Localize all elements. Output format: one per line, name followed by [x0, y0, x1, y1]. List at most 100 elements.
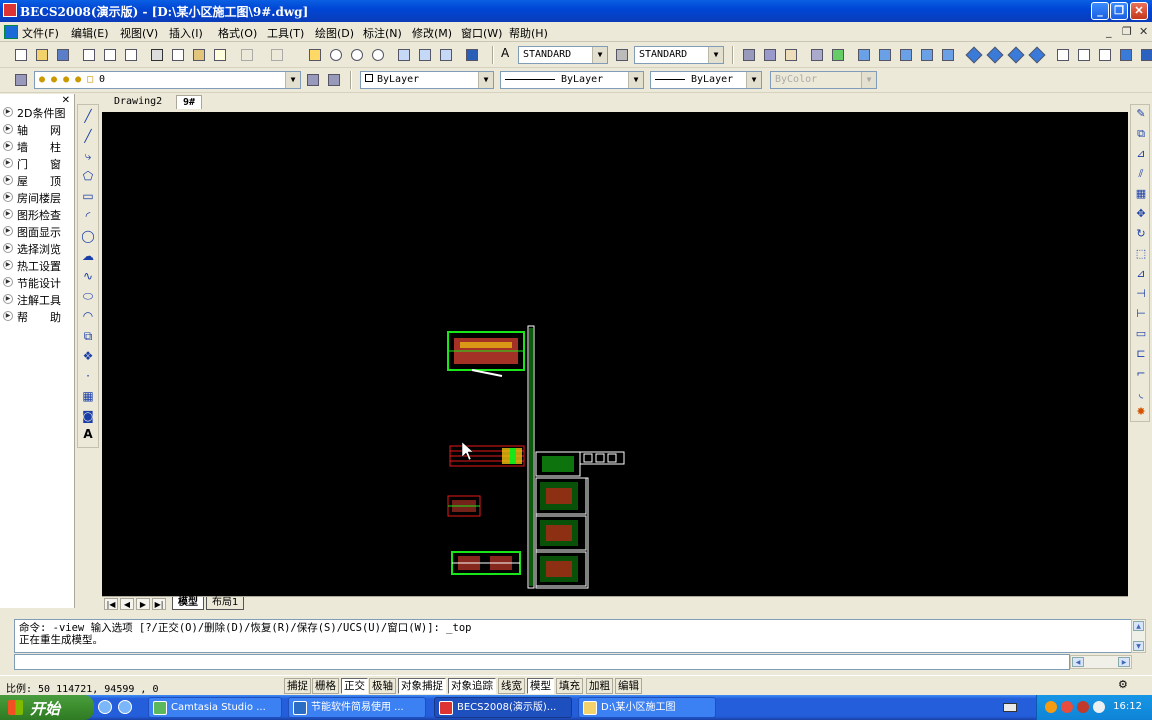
sidebar-item-help[interactable]: ▶ 帮 助 [0, 308, 70, 324]
task-explorer[interactable]: D:\某小区施工图 [578, 697, 716, 718]
lineweight-select[interactable]: ByLayer ▼ [650, 71, 762, 89]
color-select[interactable]: ByLayer ▼ [360, 71, 494, 89]
keyboard-icon[interactable] [1003, 703, 1017, 712]
sidebar-item-2d-condition[interactable]: ▶ 2D条件图 [0, 104, 70, 120]
mirror-icon[interactable]: ⊿ [1134, 147, 1148, 161]
iso-ne-icon[interactable] [1007, 46, 1025, 64]
copy-object-icon[interactable]: ⧉ [1134, 127, 1148, 141]
task-camtasia[interactable]: Camtasia Studio ... [148, 697, 282, 718]
status-toggle-edit[interactable]: 编辑 [615, 678, 642, 694]
ellipse-arc-icon[interactable]: ◠ [81, 309, 95, 323]
status-toggle-model[interactable]: 模型 [527, 678, 554, 694]
cut-icon[interactable] [148, 46, 166, 64]
msn-icon[interactable] [1045, 701, 1057, 713]
view-bottom-icon[interactable] [876, 46, 894, 64]
dim-style-select[interactable]: STANDARD ▼ [634, 46, 724, 64]
chevron-down-icon[interactable]: ▼ [478, 72, 493, 88]
move-icon[interactable]: ✥ [1134, 207, 1148, 221]
zoom-realtime-icon[interactable] [327, 46, 345, 64]
iso-se-icon[interactable] [986, 46, 1004, 64]
status-toggle-osnap[interactable]: 对象捕捉 [398, 678, 446, 694]
revision-cloud-icon[interactable]: ☁ [81, 249, 95, 263]
view-left-icon[interactable] [897, 46, 915, 64]
scale-icon[interactable]: ⬚ [1134, 247, 1148, 261]
maximize-button[interactable]: ❐ [1110, 2, 1128, 20]
drawing-canvas[interactable] [102, 112, 1128, 596]
new-icon[interactable] [12, 46, 30, 64]
status-toggle-otrack[interactable]: 对象追踪 [448, 678, 496, 694]
command-hscrollbar[interactable]: ◀ ▶ [1070, 655, 1132, 669]
mtext-icon[interactable]: A [81, 427, 95, 441]
prev-tab-icon[interactable]: ◀ [120, 598, 134, 610]
make-block-icon[interactable]: ❖ [81, 349, 95, 363]
chevron-down-icon[interactable]: ▼ [708, 47, 723, 63]
view-right-icon[interactable] [918, 46, 936, 64]
design-center-icon[interactable] [416, 46, 434, 64]
hatch-icon[interactable]: ▦ [81, 389, 95, 403]
chevron-down-icon[interactable]: ▼ [746, 72, 761, 88]
view-top-icon[interactable] [855, 46, 873, 64]
doc-minimize-button[interactable]: _ [1106, 25, 1112, 38]
line-icon[interactable]: ╱ [81, 109, 95, 123]
volume-icon[interactable] [1093, 701, 1105, 713]
status-toggle-snap[interactable]: 捕捉 [284, 678, 311, 694]
iso-sw-icon[interactable] [965, 46, 983, 64]
menu-view[interactable]: 视图(V) [120, 25, 158, 41]
redo-icon[interactable] [268, 46, 286, 64]
sidebar-item-energy-design[interactable]: ▶ 节能设计 [0, 274, 70, 290]
polyline-icon[interactable]: ⤷ [81, 149, 95, 163]
undo-icon[interactable] [238, 46, 256, 64]
join-icon[interactable]: ⊏ [1134, 347, 1148, 361]
layer-previous-icon[interactable] [325, 71, 343, 89]
antivirus-icon[interactable] [1061, 701, 1073, 713]
break-icon[interactable]: ▭ [1134, 327, 1148, 341]
chevron-down-icon[interactable]: ▼ [285, 72, 300, 88]
text-style-select[interactable]: STANDARD ▼ [518, 46, 608, 64]
menu-modify[interactable]: 修改(M) [412, 25, 452, 41]
array-icon[interactable]: ▦ [1134, 187, 1148, 201]
render-icon[interactable] [761, 46, 779, 64]
command-input[interactable] [14, 654, 1070, 670]
point-icon[interactable]: · [81, 369, 95, 383]
view-toggle-icon[interactable] [808, 46, 826, 64]
document-icon[interactable] [4, 25, 18, 39]
offset-icon[interactable]: ⫽ [1134, 167, 1148, 181]
ellipse-icon[interactable]: ⬭ [81, 289, 95, 303]
next-tab-icon[interactable]: ▶ [136, 598, 150, 610]
zoom-previous-icon[interactable] [369, 46, 387, 64]
paste-icon[interactable] [190, 46, 208, 64]
status-toggle-ortho[interactable]: 正交 [341, 678, 368, 694]
last-tab-icon[interactable]: ▶| [152, 598, 166, 610]
polygon-icon[interactable]: ⬠ [81, 169, 95, 183]
layer-select[interactable]: ● ● ● ● □ 0 ▼ [34, 71, 301, 89]
menu-dimension[interactable]: 标注(N) [363, 25, 402, 41]
sidebar-item-axis-grid[interactable]: ▶ 轴 网 [0, 121, 70, 137]
sidebar-item-browse-select[interactable]: ▶ 选择浏览 [0, 240, 70, 256]
sidebar-item-door-window[interactable]: ▶ 门 窗 [0, 155, 70, 171]
layer-stack-icon[interactable] [740, 46, 758, 64]
menu-tools[interactable]: 工具(T) [267, 25, 304, 41]
menu-help[interactable]: 帮助(H) [509, 25, 548, 41]
menu-format[interactable]: 格式(O) [218, 25, 257, 41]
status-toggle-lweight[interactable]: 线宽 [498, 678, 525, 694]
sidebar-item-annotation-tools[interactable]: ▶ 注解工具 [0, 291, 70, 307]
menu-file[interactable]: 文件(F) [22, 25, 59, 41]
doc-close-button[interactable]: ✕ [1139, 25, 1148, 38]
status-toggle-bold[interactable]: 加粗 [586, 678, 613, 694]
arc-icon[interactable]: ◜ [81, 209, 95, 223]
status-toggle-polar[interactable]: 极轴 [369, 678, 396, 694]
sidebar-item-graphic-check[interactable]: ▶ 图形检查 [0, 206, 70, 222]
scroll-up-icon[interactable]: ▲ [1133, 621, 1144, 631]
rotate-icon[interactable]: ↻ [1134, 227, 1148, 241]
close-button[interactable]: ✕ [1130, 2, 1148, 20]
menu-edit[interactable]: 编辑(E) [71, 25, 109, 41]
scroll-down-icon[interactable]: ▼ [1133, 641, 1144, 651]
sidebar-item-roof[interactable]: ▶ 屋 顶 [0, 172, 70, 188]
shade-3d-icon[interactable] [1075, 46, 1093, 64]
doc-restore-button[interactable]: ❐ [1122, 25, 1132, 38]
shade-2d-icon[interactable] [1054, 46, 1072, 64]
material-icon[interactable] [782, 46, 800, 64]
chevron-down-icon[interactable]: ▼ [628, 72, 643, 88]
match-properties-icon[interactable] [211, 46, 229, 64]
open-icon[interactable] [33, 46, 51, 64]
